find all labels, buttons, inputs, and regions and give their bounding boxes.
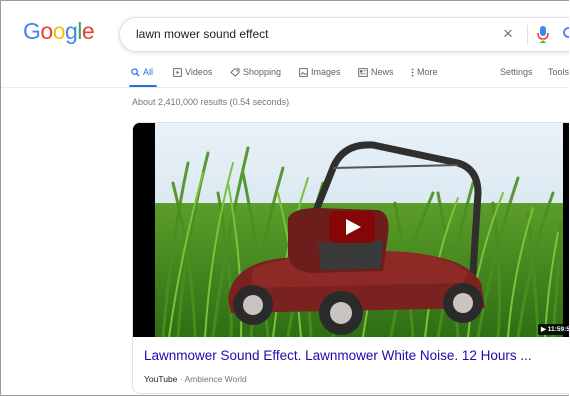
search-tabs: All Videos Shopping Images News More Set…	[1, 63, 569, 88]
search-box[interactable]: lawn mower sound effect ×	[119, 17, 569, 52]
image-icon	[299, 67, 308, 77]
tag-icon	[230, 67, 240, 77]
tools-link[interactable]: Tools	[548, 67, 569, 77]
logo-letter: e	[81, 18, 95, 44]
source-site: YouTube	[144, 374, 178, 384]
search-divider	[527, 25, 528, 44]
video-duration: ▶ 11:59:5	[538, 324, 569, 335]
clear-icon[interactable]: ×	[503, 24, 513, 44]
logo-letter: G	[23, 18, 41, 44]
tab-more[interactable]: More	[411, 67, 438, 77]
source-channel: Ambience World	[184, 374, 247, 384]
tools-label: Tools	[548, 67, 569, 77]
tab-label: More	[417, 67, 438, 77]
wheel-back-right	[443, 283, 483, 323]
wheel-front-right	[319, 291, 363, 335]
logo-letter: g	[64, 18, 78, 44]
result-title-link[interactable]: Lawnmower Sound Effect. Lawnmower White …	[144, 348, 532, 363]
lawnmower-illustration	[133, 123, 569, 337]
tab-label: Images	[311, 67, 341, 77]
header-divider	[1, 87, 569, 88]
microphone-icon[interactable]	[536, 25, 550, 44]
tab-label: Videos	[185, 67, 213, 77]
result-source: YouTube · Ambience World	[144, 374, 247, 384]
tab-shopping[interactable]: Shopping	[230, 67, 281, 77]
search-icon[interactable]	[562, 26, 569, 42]
settings-link[interactable]: Settings	[500, 67, 533, 77]
result-stats: About 2,410,000 results (0.54 seconds)	[132, 97, 290, 107]
logo-letter: o	[52, 18, 66, 44]
google-logo[interactable]: Google	[23, 18, 95, 45]
tab-videos[interactable]: Videos	[173, 67, 212, 77]
search-input[interactable]: lawn mower sound effect	[136, 27, 269, 41]
video-thumbnail[interactable]: ▶ 11:59:5	[133, 123, 569, 337]
tab-label: Shopping	[243, 67, 282, 77]
logo-letter: o	[40, 18, 53, 44]
newspaper-icon	[358, 67, 368, 77]
more-vert-icon	[411, 67, 414, 77]
play-box-icon	[173, 67, 182, 77]
tab-label: News	[371, 67, 394, 77]
tab-all[interactable]: All	[131, 67, 153, 77]
video-result-card[interactable]: ▶ 11:59:5 Lawnmower Sound Effect. Lawnmo…	[132, 122, 569, 394]
browser-frame: Google lawn mower sound effect × All Vid…	[0, 0, 569, 396]
settings-label: Settings	[500, 67, 533, 77]
tab-news[interactable]: News	[358, 67, 394, 77]
source-separator: ·	[177, 374, 185, 384]
search-icon	[131, 67, 140, 77]
tab-label: All	[143, 67, 154, 77]
tab-images[interactable]: Images	[299, 67, 341, 77]
wheel-front-left	[233, 285, 273, 325]
